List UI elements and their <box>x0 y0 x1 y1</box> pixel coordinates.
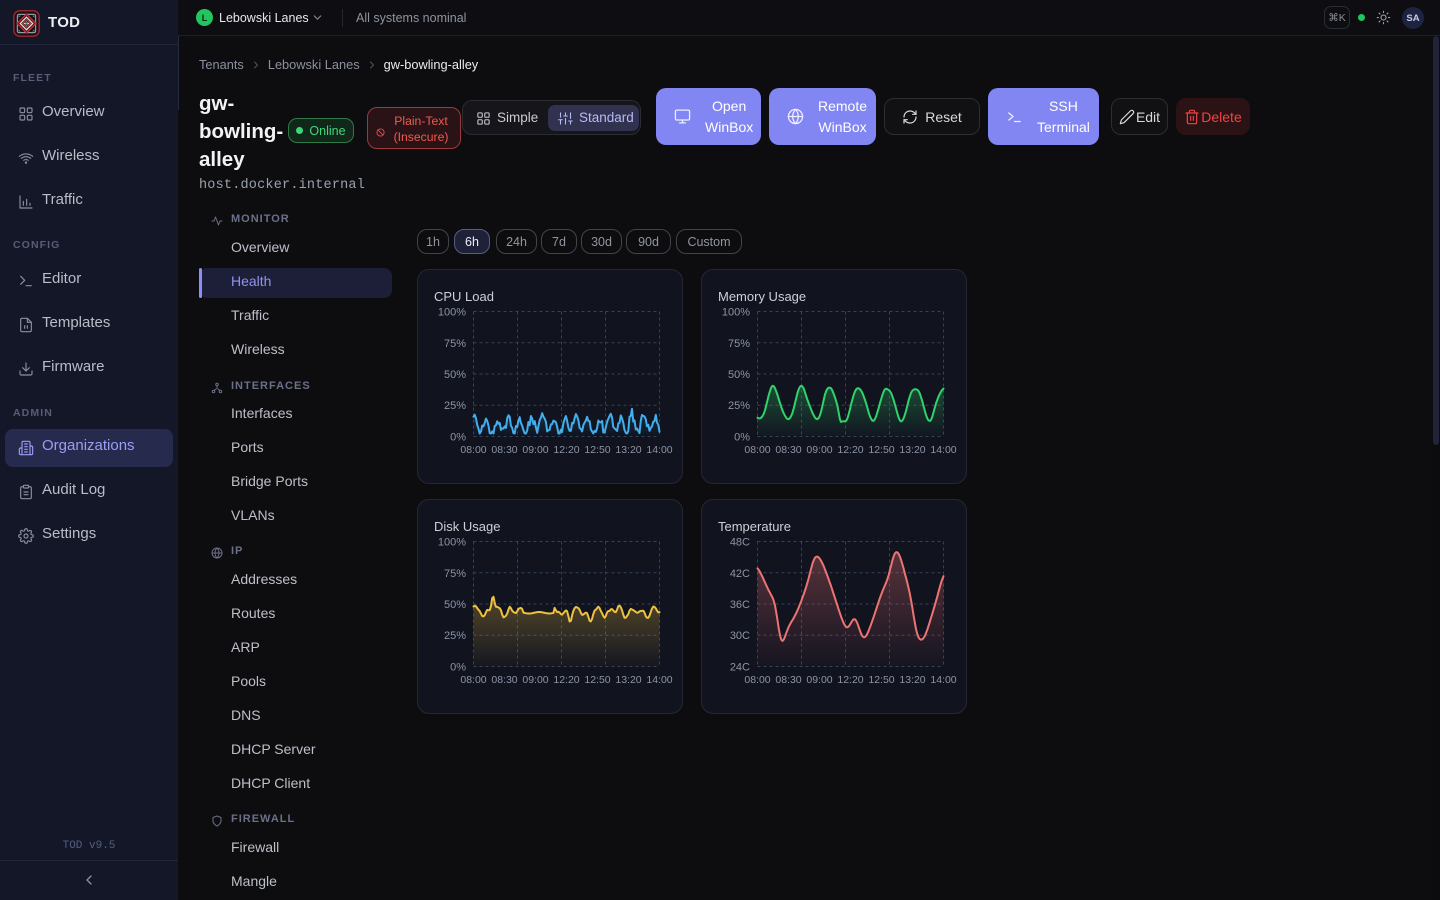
svg-text:12:50: 12:50 <box>868 674 894 686</box>
svg-text:25%: 25% <box>444 400 466 412</box>
svg-text:08:30: 08:30 <box>775 674 801 686</box>
svg-text:12:20: 12:20 <box>553 674 579 686</box>
svg-text:25%: 25% <box>444 630 466 642</box>
svg-text:75%: 75% <box>728 338 750 350</box>
svg-text:14:00: 14:00 <box>646 444 672 456</box>
svg-text:14:00: 14:00 <box>646 674 672 686</box>
svg-text:12:50: 12:50 <box>868 444 894 456</box>
svg-text:08:00: 08:00 <box>744 674 770 686</box>
svg-text:08:00: 08:00 <box>460 674 486 686</box>
svg-text:13:20: 13:20 <box>615 444 641 456</box>
svg-text:12:20: 12:20 <box>837 444 863 456</box>
svg-text:09:00: 09:00 <box>522 674 548 686</box>
svg-text:12:50: 12:50 <box>584 674 610 686</box>
svg-text:100%: 100% <box>722 307 750 319</box>
svg-text:12:20: 12:20 <box>553 444 579 456</box>
svg-text:09:00: 09:00 <box>806 674 832 686</box>
svg-text:13:20: 13:20 <box>899 674 925 686</box>
svg-text:50%: 50% <box>728 369 750 381</box>
svg-text:48C: 48C <box>730 537 750 549</box>
svg-text:14:00: 14:00 <box>930 444 956 456</box>
svg-text:13:20: 13:20 <box>615 674 641 686</box>
svg-text:0%: 0% <box>450 662 466 674</box>
svg-text:50%: 50% <box>444 599 466 611</box>
svg-text:14:00: 14:00 <box>930 674 956 686</box>
svg-text:0%: 0% <box>450 432 466 444</box>
svg-text:08:30: 08:30 <box>775 444 801 456</box>
svg-text:36C: 36C <box>730 599 750 611</box>
svg-text:12:50: 12:50 <box>584 444 610 456</box>
svg-text:09:00: 09:00 <box>522 444 548 456</box>
svg-text:100%: 100% <box>438 307 466 319</box>
svg-text:25%: 25% <box>728 400 750 412</box>
svg-text:75%: 75% <box>444 338 466 350</box>
svg-text:09:00: 09:00 <box>806 444 832 456</box>
svg-text:30C: 30C <box>730 630 750 642</box>
svg-text:75%: 75% <box>444 568 466 580</box>
svg-text:08:30: 08:30 <box>491 674 517 686</box>
svg-text:24C: 24C <box>730 662 750 674</box>
svg-text:08:00: 08:00 <box>460 444 486 456</box>
svg-text:12:20: 12:20 <box>837 674 863 686</box>
svg-text:13:20: 13:20 <box>899 444 925 456</box>
svg-text:50%: 50% <box>444 369 466 381</box>
svg-text:08:30: 08:30 <box>491 444 517 456</box>
svg-text:08:00: 08:00 <box>744 444 770 456</box>
svg-text:42C: 42C <box>730 568 750 580</box>
svg-text:100%: 100% <box>438 537 466 549</box>
svg-text:0%: 0% <box>734 432 750 444</box>
